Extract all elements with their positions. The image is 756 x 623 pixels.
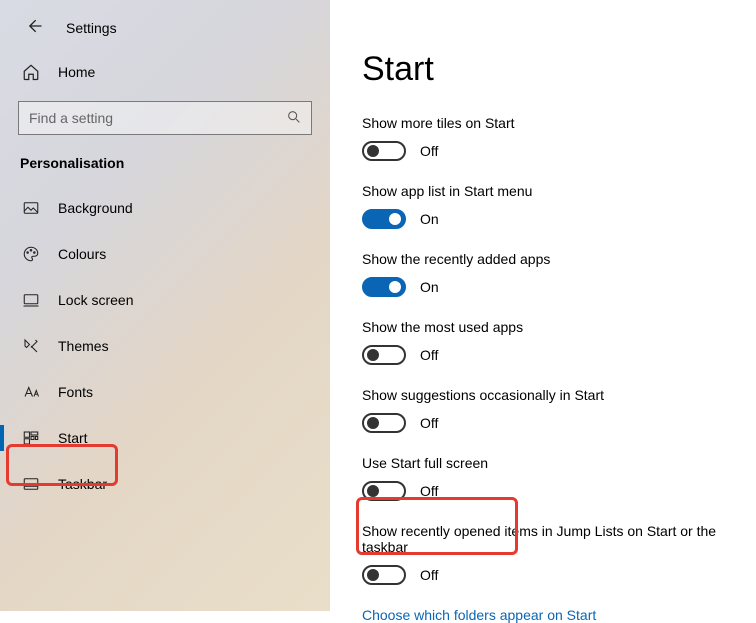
toggle-jump-lists[interactable] [362, 565, 406, 585]
sidebar-item-label: Colours [58, 246, 106, 262]
toggle-state: Off [420, 483, 438, 499]
toggle-state: Off [420, 415, 438, 431]
palette-icon [22, 245, 40, 263]
sidebar-item-label: Themes [58, 338, 109, 354]
setting-label: Show app list in Start menu [362, 183, 756, 199]
setting-label: Show more tiles on Start [362, 115, 756, 131]
themes-icon [22, 337, 40, 355]
sidebar-item-taskbar[interactable]: Taskbar [0, 461, 330, 507]
toggle-state: Off [420, 567, 438, 583]
setting-more-tiles: Show more tiles on Start Off [362, 115, 756, 161]
setting-app-list: Show app list in Start menu On [362, 183, 756, 229]
toggle-app-list[interactable] [362, 209, 406, 229]
setting-label: Show the recently added apps [362, 251, 756, 267]
toggle-state: On [420, 279, 439, 295]
setting-full-screen: Use Start full screen Off [362, 455, 756, 501]
home-label: Home [58, 64, 95, 80]
sidebar-item-colours[interactable]: Colours [0, 231, 330, 277]
sidebar-item-lockscreen[interactable]: Lock screen [0, 277, 330, 323]
sidebar-item-label: Taskbar [58, 476, 107, 492]
toggle-state: Off [420, 143, 438, 159]
setting-label: Show suggestions occasionally in Start [362, 387, 756, 403]
fonts-icon [22, 383, 40, 401]
page-title: Start [362, 50, 756, 89]
toggle-most-used[interactable] [362, 345, 406, 365]
settings-title: Settings [66, 20, 117, 36]
sidebar-item-label: Background [58, 200, 133, 216]
sidebar: Settings Home Personalisation Background… [0, 0, 330, 611]
sidebar-item-label: Start [58, 430, 88, 446]
picture-icon [22, 199, 40, 217]
lockscreen-icon [22, 291, 40, 309]
setting-label: Show the most used apps [362, 319, 756, 335]
toggle-state: Off [420, 347, 438, 363]
group-heading: Personalisation [0, 155, 330, 185]
toggle-more-tiles[interactable] [362, 141, 406, 161]
toggle-suggestions[interactable] [362, 413, 406, 433]
sidebar-home[interactable]: Home [0, 53, 330, 91]
setting-jump-lists: Show recently opened items in Jump Lists… [362, 523, 756, 585]
link-choose-folders[interactable]: Choose which folders appear on Start [362, 607, 756, 623]
setting-label: Show recently opened items in Jump Lists… [362, 523, 756, 555]
search-icon [286, 109, 302, 128]
start-icon [22, 429, 40, 447]
setting-label: Use Start full screen [362, 455, 756, 471]
back-arrow-icon [24, 16, 44, 36]
setting-suggestions: Show suggestions occasionally in Start O… [362, 387, 756, 433]
main-panel: Start Show more tiles on Start Off Show … [330, 0, 756, 611]
sidebar-item-label: Lock screen [58, 292, 133, 308]
toggle-full-screen[interactable] [362, 481, 406, 501]
sidebar-item-start[interactable]: Start [0, 415, 330, 461]
sidebar-item-fonts[interactable]: Fonts [0, 369, 330, 415]
toggle-state: On [420, 211, 439, 227]
back-button[interactable] [24, 16, 44, 39]
home-icon [22, 63, 40, 81]
sidebar-item-background[interactable]: Background [0, 185, 330, 231]
search-input[interactable] [18, 101, 312, 135]
sidebar-item-themes[interactable]: Themes [0, 323, 330, 369]
taskbar-icon [22, 475, 40, 493]
sidebar-item-label: Fonts [58, 384, 93, 400]
setting-recently-added: Show the recently added apps On [362, 251, 756, 297]
setting-most-used: Show the most used apps Off [362, 319, 756, 365]
toggle-recently-added[interactable] [362, 277, 406, 297]
